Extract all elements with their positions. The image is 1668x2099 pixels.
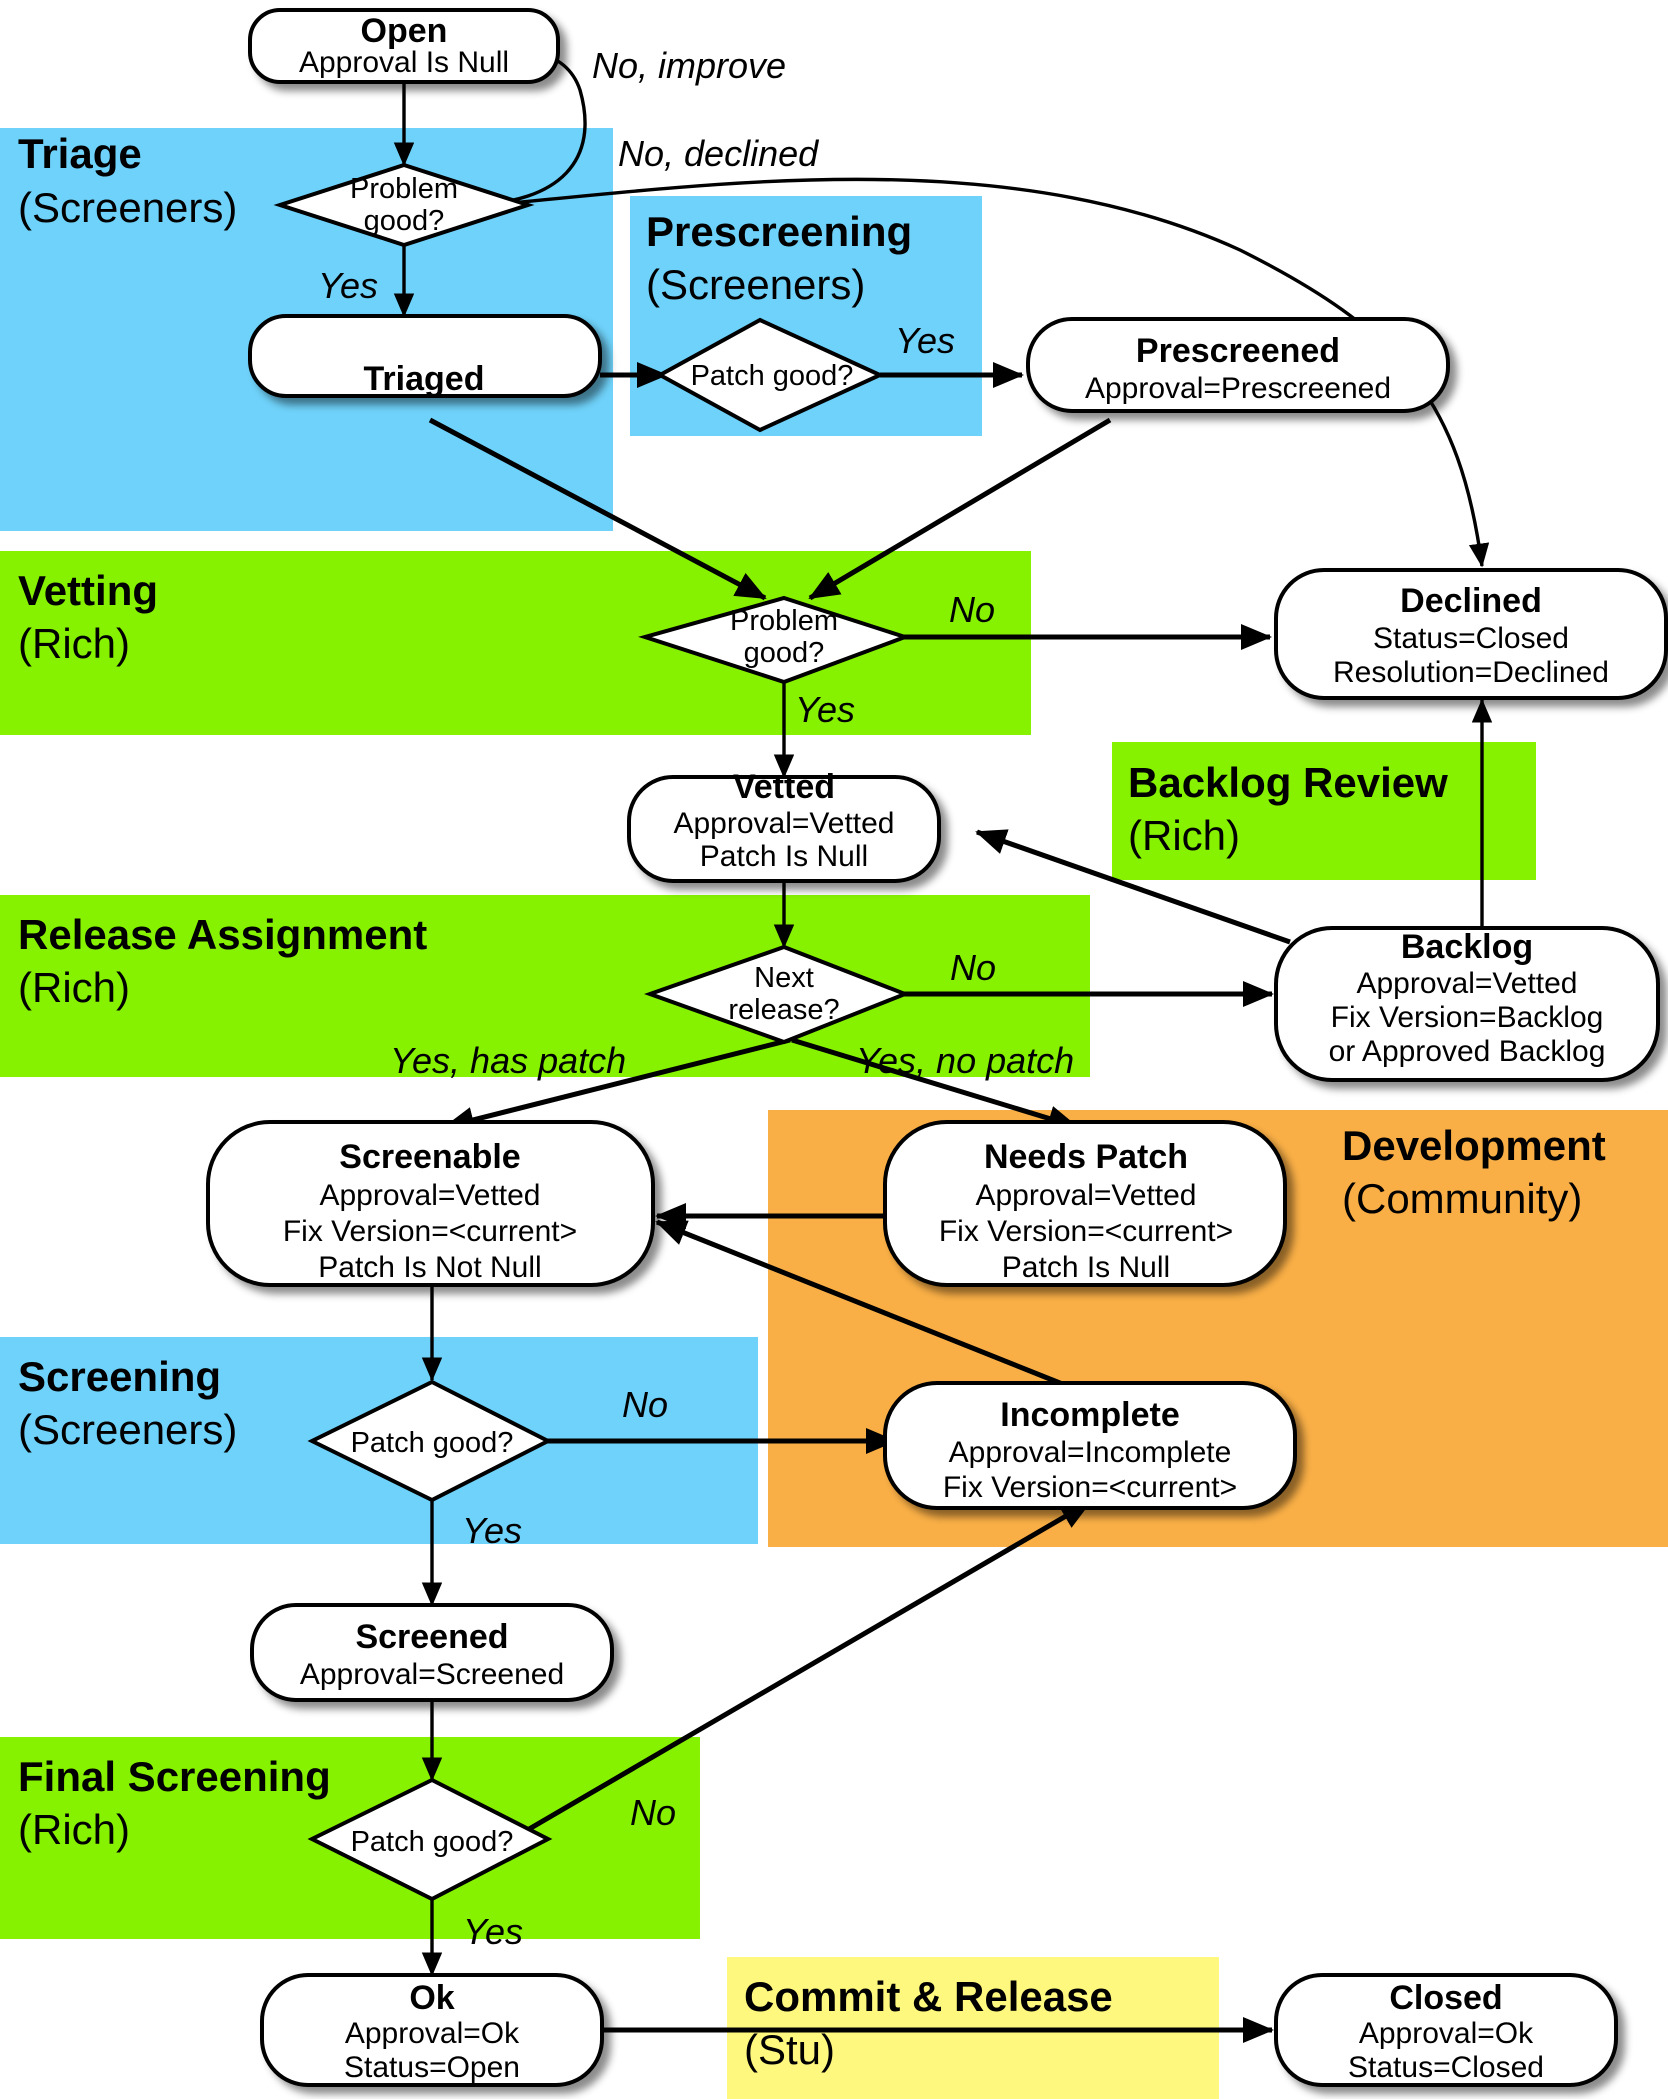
- band-release-assignment-owner: (Rich): [18, 964, 130, 1011]
- edge-label-no-declined: No, declined: [618, 133, 819, 174]
- edge-label-vetting-yes: Yes: [795, 689, 855, 730]
- state-needs-patch-title: Needs Patch: [984, 1138, 1188, 1176]
- state-declined-title: Declined: [1400, 582, 1542, 620]
- decision-screening-line-1: Patch good?: [351, 1427, 514, 1459]
- edge-label-yes-has-patch: Yes, has patch: [390, 1040, 626, 1081]
- state-prescreened[interactable]: Prescreened Approval=Prescreened: [1026, 317, 1450, 413]
- band-prescreening-owner: (Screeners): [646, 261, 865, 308]
- state-screenable-title: Screenable: [339, 1138, 520, 1176]
- state-vetted-line-2: Patch Is Null: [700, 840, 868, 873]
- band-vetting-title: Vetting: [18, 567, 158, 614]
- decision-vetting-line-2: good?: [744, 637, 825, 669]
- band-screening-title: Screening: [18, 1353, 221, 1400]
- edge-label-screening-yes: Yes: [462, 1510, 522, 1551]
- decision-triage-line-2: good?: [364, 205, 445, 237]
- band-backlog-review-owner: (Rich): [1128, 812, 1240, 859]
- band-vetting-owner: (Rich): [18, 620, 130, 667]
- decision-next-release-line-1: Next: [754, 962, 814, 994]
- state-ok-title: Ok: [409, 1979, 454, 2017]
- state-declined-line-1: Status=Closed: [1373, 622, 1569, 655]
- state-screened[interactable]: Screened Approval=Screened: [250, 1603, 614, 1702]
- state-incomplete-line-2: Fix Version=<current>: [943, 1471, 1237, 1504]
- state-needs-patch[interactable]: Needs Patch Approval=Vetted Fix Version=…: [883, 1120, 1287, 1287]
- state-needs-patch-line-2: Fix Version=<current>: [939, 1215, 1233, 1248]
- state-declined[interactable]: Declined Status=Closed Resolution=Declin…: [1274, 568, 1668, 700]
- state-incomplete-line-1: Approval=Incomplete: [949, 1436, 1232, 1469]
- state-declined-line-2: Resolution=Declined: [1333, 656, 1609, 689]
- state-closed-line-1: Approval=Ok: [1359, 2017, 1534, 2050]
- band-commit-release-owner: (Stu): [744, 2026, 835, 2073]
- edge-label-vetting-no: No: [949, 589, 995, 630]
- state-triaged-title: Triaged: [364, 360, 485, 398]
- flowchart-svg: Triage (Screeners) Prescreening (Screene…: [0, 8, 1668, 2099]
- band-prescreening-title: Prescreening: [646, 208, 912, 255]
- decision-prescreen-line-1: Patch good?: [691, 360, 854, 392]
- band-commit-release-title: Commit & Release: [744, 1973, 1113, 2020]
- band-final-screening-title: Final Screening: [18, 1753, 331, 1800]
- state-prescreened-line-1: Approval=Prescreened: [1085, 372, 1391, 405]
- state-ok-line-2: Status=Open: [344, 2051, 520, 2084]
- state-screenable[interactable]: Screenable Approval=Vetted Fix Version=<…: [206, 1120, 655, 1287]
- state-screened-title: Screened: [355, 1618, 508, 1656]
- state-backlog-line-2: Fix Version=Backlog: [1331, 1001, 1604, 1034]
- state-incomplete[interactable]: Incomplete Approval=Incomplete Fix Versi…: [883, 1381, 1297, 1510]
- state-vetted[interactable]: Vetted Approval=Vetted Patch Is Null: [627, 768, 941, 883]
- state-screenable-line-1: Approval=Vetted: [319, 1179, 540, 1212]
- band-screening-owner: (Screeners): [18, 1406, 237, 1453]
- decision-vetting-line-1: Problem: [730, 605, 838, 637]
- state-backlog[interactable]: Backlog Approval=Vetted Fix Version=Back…: [1274, 926, 1660, 1082]
- state-screened-line-1: Approval=Screened: [300, 1658, 564, 1691]
- state-incomplete-title: Incomplete: [1000, 1396, 1179, 1434]
- edge-label-yes-no-patch: Yes, no patch: [856, 1040, 1074, 1081]
- edge-label-screening-no: No: [622, 1384, 668, 1425]
- band-triage-owner: (Screeners): [18, 184, 237, 231]
- state-ok[interactable]: Ok Approval=Ok Status=Open: [260, 1973, 604, 2087]
- state-open-line-1: Approval Is Null: [299, 46, 509, 79]
- state-ok-line-1: Approval=Ok: [345, 2017, 520, 2050]
- decision-next-release-line-2: release?: [728, 994, 839, 1026]
- band-backlog-review-title: Backlog Review: [1128, 759, 1448, 806]
- state-backlog-line-3: or Approved Backlog: [1329, 1035, 1606, 1068]
- band-development-title: Development: [1342, 1122, 1606, 1169]
- state-open[interactable]: Open Approval Is Null: [248, 8, 560, 84]
- band-release-assignment-title: Release Assignment: [18, 911, 427, 958]
- state-open-title: Open: [361, 12, 448, 50]
- state-vetted-title: Vetted: [733, 768, 835, 806]
- band-final-screening-owner: (Rich): [18, 1806, 130, 1853]
- edge-label-release-no: No: [950, 947, 996, 988]
- flowchart-canvas: Triage (Screeners) Prescreening (Screene…: [0, 0, 1668, 2099]
- edge-label-final-yes: Yes: [463, 1911, 523, 1952]
- decision-triage-line-1: Problem: [350, 173, 458, 205]
- edge-label-no-improve: No, improve: [592, 45, 786, 86]
- state-needs-patch-line-1: Approval=Vetted: [975, 1179, 1196, 1212]
- band-backlog-review: Backlog Review (Rich): [1112, 742, 1536, 880]
- band-triage-title: Triage: [18, 130, 142, 177]
- state-closed[interactable]: Closed Approval=Ok Status=Closed: [1274, 1973, 1618, 2087]
- band-development-owner: (Community): [1342, 1175, 1582, 1222]
- edge-label-prescreen-yes: Yes: [895, 320, 955, 361]
- state-backlog-title: Backlog: [1401, 928, 1533, 966]
- state-closed-title: Closed: [1389, 1979, 1502, 2017]
- state-closed-line-2: Status=Closed: [1348, 2051, 1544, 2084]
- state-screenable-line-2: Fix Version=<current>: [283, 1215, 577, 1248]
- decision-final-line-1: Patch good?: [351, 1826, 514, 1858]
- edge-label-final-no: No: [630, 1792, 676, 1833]
- state-prescreened-title: Prescreened: [1136, 332, 1340, 370]
- state-backlog-line-1: Approval=Vetted: [1356, 967, 1577, 1000]
- state-screenable-line-3: Patch Is Not Null: [318, 1251, 541, 1284]
- edge-label-triage-yes: Yes: [318, 265, 378, 306]
- state-needs-patch-line-3: Patch Is Null: [1002, 1251, 1170, 1284]
- state-triaged[interactable]: Triaged: [248, 314, 602, 398]
- state-vetted-line-1: Approval=Vetted: [673, 807, 894, 840]
